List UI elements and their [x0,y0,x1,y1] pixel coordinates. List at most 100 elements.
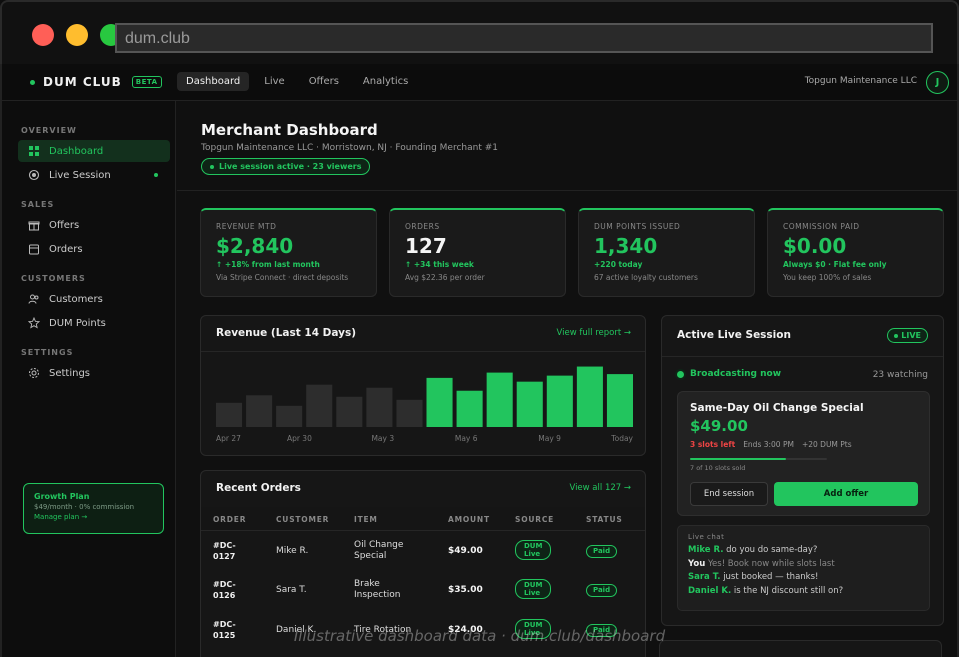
chat-message: Mike R. do you do same-day? [688,545,818,555]
stat-label: ORDERS [405,222,440,231]
x-tick-label: Apr 27 [216,434,241,443]
live-badge-text: LIVE [901,331,921,340]
calendar-icon [29,244,39,255]
column-header-status[interactable]: STATUS [586,515,623,524]
broadcast-dot-icon [677,370,684,378]
revenue-bar[interactable] [576,366,603,427]
broadcast-text: Broadcasting now [690,369,782,379]
revenue-bar[interactable] [606,374,633,427]
sidebar-item-label: Orders [49,243,83,255]
header-divider [177,190,957,191]
sidebar-item-label: DUM Points [49,317,106,329]
revenue-bar[interactable] [426,377,453,427]
revenue-bar[interactable] [276,405,303,427]
table-row[interactable]: #DC- 0126 Sara T. Brake Inspection $35.00 … [201,571,645,611]
sidebar-item-dashboard[interactable]: Dashboard [18,140,170,162]
revenue-bar[interactable] [516,381,543,427]
plan-title: Growth Plan [34,492,90,501]
view-all-orders-link[interactable]: View all 127 → [569,483,631,493]
stat-note: 67 active loyalty customers [594,273,698,282]
sidebar-item-orders[interactable]: Orders [18,238,170,260]
orders-title: Recent Orders [216,482,301,494]
column-header-order[interactable]: ORDER [213,515,246,524]
close-window-button[interactable] [32,24,54,46]
star-icon [28,317,40,329]
broadcast-status: Broadcasting now [677,369,781,379]
live-dot-icon [894,333,899,338]
page-subtitle: Topgun Maintenance LLC · Morristown, NJ … [201,143,498,153]
gear-icon [29,368,39,378]
orders-table-header: ORDER CUSTOMER ITEM AMOUNT SOURCE STATUS [201,507,645,531]
sidebar: OVERVIEW Dashboard Live Session SALES Of… [2,101,176,657]
browser-chrome: dum.club [0,0,959,64]
active-offer-card: Same-Day Oil Change Special $49.00 3 slo… [677,391,930,516]
revenue-bar[interactable] [306,384,333,427]
chat-message: You Yes! Book now while slots last [688,558,835,569]
order-customer: Mike R. [276,546,309,556]
column-header-customer[interactable]: CUSTOMER [276,515,329,524]
stat-label: REVENUE MTD [216,222,277,231]
order-amount: $49.00 [448,546,483,556]
revenue-title: Revenue (Last 14 Days) [216,327,357,339]
end-session-button[interactable]: End session [690,482,768,506]
sidebar-item-offers[interactable]: Offers [18,214,170,236]
sidebar-section-sales: SALES [21,200,55,209]
revenue-bar[interactable] [366,387,393,427]
address-bar[interactable]: dum.club [115,23,933,53]
stat-value: 1,340 [594,234,658,258]
brand-logo[interactable]: DUM CLUB BETA [30,75,162,89]
watermark-caption: Illustrative dashboard data · dum.club/d… [293,627,666,645]
stat-card-commission: COMMISSION PAID $0.00 Always $0 · Flat f… [767,208,944,297]
brand-name: DUM CLUB [43,75,122,89]
sidebar-item-customers[interactable]: Customers [18,288,170,310]
order-item: Brake Inspection [354,579,401,600]
order-item: Oil Change Special [354,540,404,561]
sidebar-item-label: Settings [49,367,91,379]
beta-badge: BETA [131,76,162,88]
revenue-bar[interactable] [396,399,423,427]
manage-plan-link[interactable]: Manage plan → [34,513,153,521]
stat-value: $0.00 [783,234,847,258]
revenue-bar[interactable] [246,395,273,427]
offer-points: +20 DUM Pts [801,440,852,449]
chat-message: Sara T. just booked — thanks! [688,572,819,582]
view-full-report-link[interactable]: View full report → [557,328,631,338]
revenue-bar[interactable] [486,372,513,427]
sidebar-item-dum-points[interactable]: DUM Points [18,312,170,334]
tab-offers[interactable]: Offers [300,72,348,91]
tab-analytics[interactable]: Analytics [354,72,417,91]
x-tick-label: May 6 [455,434,478,443]
status-badge: Paid [586,584,618,597]
sidebar-section-settings: SETTINGS [21,348,74,357]
column-header-item[interactable]: ITEM [354,515,378,524]
stat-note: Avg $22.36 per order [405,273,485,282]
status-badge: Paid [586,545,618,558]
revenue-bar[interactable] [216,402,243,427]
app-window: DUM CLUB BETA Dashboard Live Offers Anal… [0,64,959,657]
revenue-bar[interactable] [336,396,363,427]
tab-live[interactable]: Live [255,72,293,91]
revenue-bar[interactable] [456,390,483,427]
chat-message: Daniel K. is the NJ discount still on? [688,585,844,596]
column-header-amount[interactable]: AMOUNT [448,515,490,524]
live-chat-label: Live chat [688,533,725,541]
live-session-panel: Active Live Session LIVE Broadcasting no… [661,315,944,626]
sidebar-item-settings[interactable]: Settings [18,362,170,384]
sidebar-item-live-session[interactable]: Live Session [18,164,170,186]
slots-sold-label: 7 of 10 slots sold [690,464,746,472]
session-status-badge[interactable]: Live session active · 23 viewers [201,158,371,175]
column-header-source[interactable]: SOURCE [515,515,554,524]
order-id: #DC- 0126 [213,580,236,600]
broadcast-icon [28,169,40,181]
revenue-bar[interactable] [546,375,573,427]
minimize-window-button[interactable] [66,24,88,46]
plan-card: Growth Plan $49/month · 0% commission Ma… [23,483,164,534]
avatar[interactable]: J [926,71,949,94]
revenue-panel: Revenue (Last 14 Days) View full report … [200,315,646,456]
top-navigation: DUM CLUB BETA Dashboard Live Offers Anal… [2,64,957,101]
live-session-title: Active Live Session [677,329,791,341]
table-row[interactable]: #DC- 0127 Mike R. Oil Change Special $49.0… [201,531,645,571]
tab-dashboard[interactable]: Dashboard [177,72,250,91]
add-offer-button[interactable]: Add offer [774,482,918,506]
stat-card-revenue: REVENUE MTD $2,840 ↑ +18% from last mont… [200,208,377,297]
